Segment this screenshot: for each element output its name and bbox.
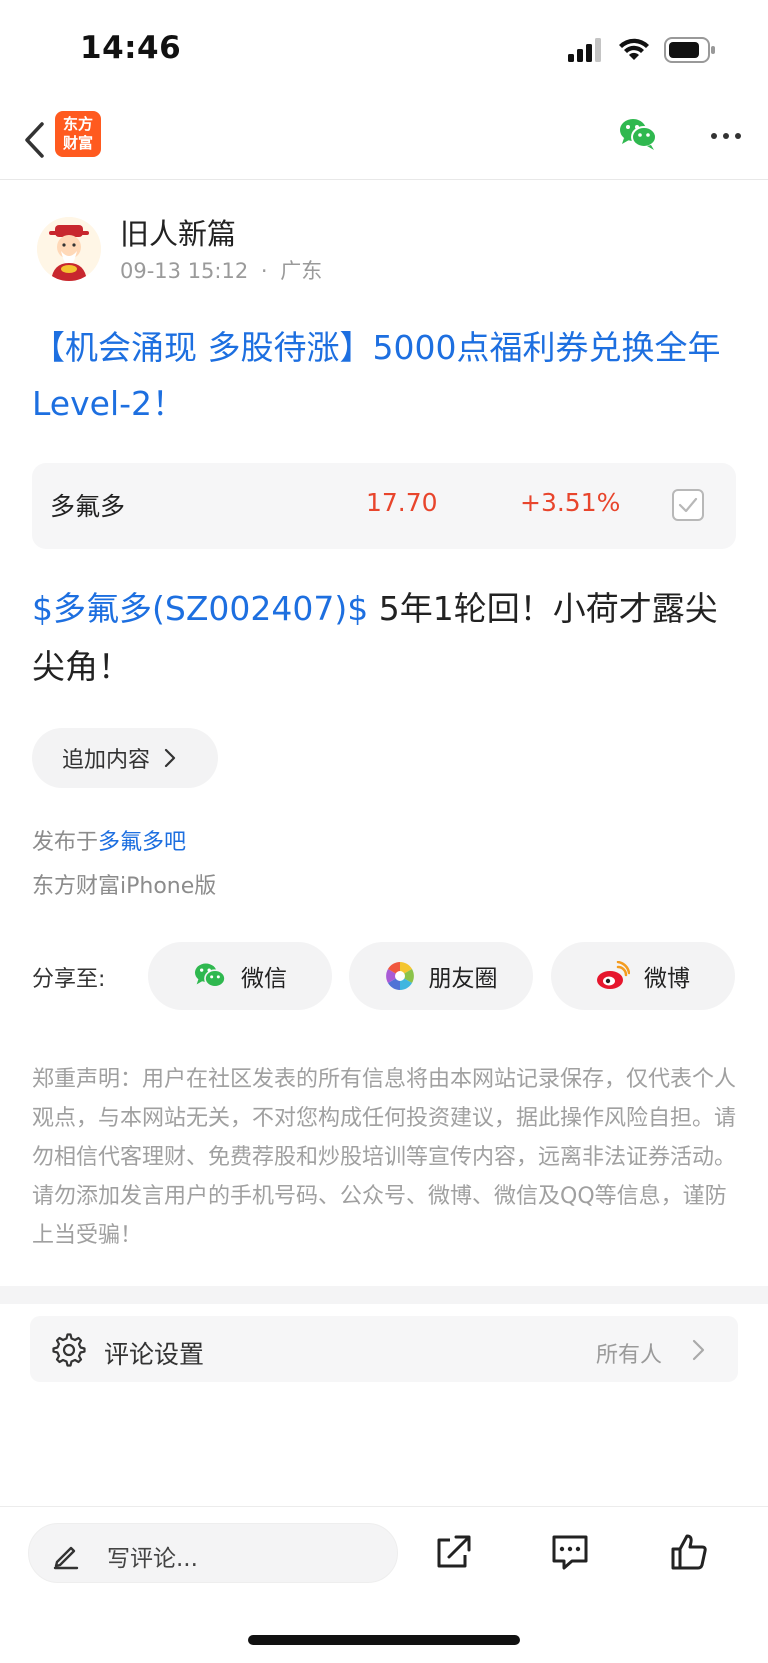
checkmark-icon: [678, 497, 698, 513]
write-comment-input[interactable]: 写评论...: [28, 1523, 398, 1583]
avatar[interactable]: [37, 217, 101, 281]
status-icons: [568, 36, 716, 64]
stock-tag-link[interactable]: $多氟多(SZ002407)$: [32, 589, 368, 628]
author-header: 旧人新篇 09-13 15:12 · 广东: [32, 205, 732, 285]
append-content-button[interactable]: 追加内容: [32, 728, 218, 788]
wechat-share-button[interactable]: [618, 116, 658, 156]
share-label: 分享至:: [32, 967, 106, 992]
post-meta: 09-13 15:12 · 广东: [120, 255, 322, 285]
disclaimer-text: 郑重声明：用户在社区发表的所有信息将由本网站记录保存，仅代表个人观点，与本网站无…: [32, 1067, 737, 1248]
published-in: 发布于多氟多吧: [32, 824, 186, 856]
pencil-icon: [53, 1546, 79, 1570]
app-logo[interactable]: 东方 财富: [55, 111, 101, 157]
stock-price: 17.70: [366, 488, 438, 517]
client-info: 东方财富iPhone版: [32, 874, 217, 899]
stock-card[interactable]: 多氟多 17.70 +3.51%: [32, 463, 736, 549]
chevron-right-icon: [692, 1339, 705, 1361]
home-indicator: [248, 1635, 520, 1645]
post-time: 09-13 15:12: [120, 259, 249, 283]
cellular-signal-icon: [568, 38, 601, 62]
share-out-icon: [437, 1535, 471, 1568]
share-moments-button[interactable]: 朋友圈: [349, 942, 533, 1010]
status-bar: 14:46: [0, 0, 768, 100]
gear-icon: [52, 1333, 86, 1367]
wifi-icon: [619, 38, 649, 60]
wechat-icon: [620, 119, 657, 150]
comment-settings-row[interactable]: 评论设置 所有人: [30, 1316, 738, 1382]
meta-separator: ·: [260, 259, 268, 283]
post-title[interactable]: 【机会涌现 多股待涨】5000点福利券兑换全年Level-2！: [32, 320, 742, 432]
comments-button[interactable]: [547, 1529, 593, 1575]
published-prefix: 发布于: [32, 830, 99, 855]
append-content-label: 追加内容: [62, 748, 151, 773]
like-button[interactable]: [666, 1529, 712, 1575]
more-options-button[interactable]: [706, 118, 746, 154]
comment-placeholder: 写评论...: [107, 1546, 198, 1572]
back-button[interactable]: [16, 118, 52, 162]
stock-name: 多氟多: [50, 492, 126, 521]
share-weibo-button[interactable]: 微博: [551, 942, 735, 1010]
wechat-icon: [195, 963, 226, 988]
post-body: $多氟多(SZ002407)$ 5年1轮回！小荷才露尖尖角！: [32, 580, 742, 696]
thumbs-up-icon: [671, 1534, 707, 1570]
battery-icon: [664, 37, 715, 63]
stock-bar-link[interactable]: 多氟多吧: [98, 830, 186, 855]
nav-bar: 东方 财富: [0, 100, 768, 180]
chevron-left-icon: [25, 122, 44, 158]
logo-text-line2: 财富: [62, 134, 93, 152]
comment-bubble-icon: [552, 1535, 588, 1570]
share-weibo-label: 微博: [644, 966, 690, 992]
avatar-god-of-wealth-icon: [37, 217, 101, 281]
bottom-action-bar: 写评论...: [0, 1506, 768, 1663]
add-to-watchlist-checkbox[interactable]: [672, 489, 704, 521]
share-moments-label: 朋友圈: [428, 966, 498, 992]
weibo-icon: [597, 961, 630, 989]
status-time: 14:46: [80, 30, 182, 66]
more-dots-icon: [711, 133, 717, 139]
author-name[interactable]: 旧人新篇: [120, 211, 236, 253]
comment-settings-value: 所有人: [595, 1343, 662, 1368]
chevron-right-icon: [164, 748, 176, 768]
share-wechat-label: 微信: [241, 966, 287, 992]
stock-change: +3.51%: [520, 488, 621, 517]
comment-settings-label: 评论设置: [104, 1340, 205, 1369]
share-wechat-button[interactable]: 微信: [148, 942, 332, 1010]
section-divider: [0, 1286, 768, 1304]
moments-icon: [385, 962, 414, 990]
forward-button[interactable]: [431, 1529, 477, 1575]
post-location: 广东: [280, 259, 323, 283]
logo-text-line1: 东方: [62, 115, 93, 133]
